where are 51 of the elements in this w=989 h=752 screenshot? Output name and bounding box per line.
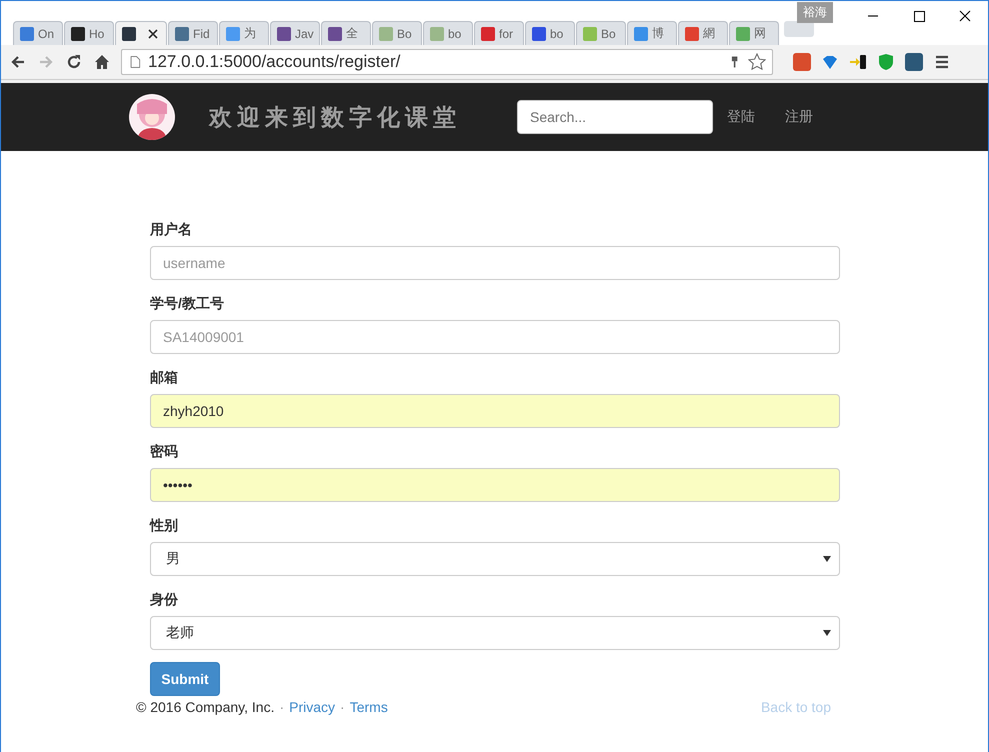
password-field[interactable]: ••••••: [150, 468, 840, 502]
separator-dot: ·: [340, 699, 345, 715]
footer-link[interactable]: Privacy: [289, 699, 336, 715]
field-label: 邮箱: [150, 369, 179, 387]
menu-icon[interactable]: [933, 53, 951, 71]
browser-tab[interactable]: 博: [627, 21, 677, 45]
field-label: 用户名: [150, 221, 193, 239]
browser-tab[interactable]: Ho: [64, 21, 114, 45]
input-field[interactable]: zhyh2010: [150, 394, 840, 428]
browser-tab[interactable]: 为: [219, 21, 269, 45]
site-title: 欢迎来到数字化课堂: [209, 102, 462, 132]
address-bar[interactable]: 127.0.0.1:5000/accounts/register/: [121, 49, 773, 75]
field-label: 身份: [150, 591, 179, 609]
browser-tab[interactable]: Jav: [270, 21, 320, 45]
caret-icon: [823, 630, 831, 636]
reload-icon[interactable]: [65, 53, 83, 71]
input-field[interactable]: username: [150, 246, 840, 280]
star-icon[interactable]: [748, 53, 766, 71]
field-label: 密码: [150, 443, 179, 461]
caret-icon: [823, 556, 831, 562]
footer-link[interactable]: Terms: [350, 699, 388, 715]
search-field[interactable]: Search...: [517, 100, 713, 134]
browser-tab[interactable]: bo: [423, 21, 473, 45]
profile-name[interactable]: 裕海: [797, 2, 833, 23]
page-icon: [128, 54, 142, 70]
browser-tab[interactable]: 网: [729, 21, 779, 45]
close-icon[interactable]: [148, 28, 158, 38]
submit-button[interactable]: Submit: [150, 662, 220, 696]
browser-tab[interactable]: Fid: [168, 21, 218, 45]
browser-tab[interactable]: for: [474, 21, 524, 45]
select-field[interactable]: 男: [150, 542, 840, 576]
shield-icon[interactable]: [877, 53, 895, 71]
nav-link[interactable]: 登陆: [727, 108, 770, 126]
browser-tab[interactable]: 全: [321, 21, 371, 45]
browser-tab[interactable]: 網: [678, 21, 728, 45]
separator-dot: ·: [279, 699, 284, 715]
browser-tab[interactable]: [115, 21, 167, 45]
browser-tab[interactable]: Bo: [576, 21, 626, 45]
copyright-text: © 2016 Company, Inc.: [136, 699, 274, 715]
extension-icon[interactable]: [905, 53, 923, 71]
diamond-icon[interactable]: [821, 53, 839, 71]
browser-tab[interactable]: On: [13, 21, 63, 45]
select-field[interactable]: 老师: [150, 616, 840, 650]
browser-tab[interactable]: bo: [525, 21, 575, 45]
home-icon[interactable]: [93, 53, 111, 71]
browser-tab[interactable]: Bo: [372, 21, 422, 45]
phone-icon[interactable]: [849, 53, 867, 71]
input-field[interactable]: SA14009001: [150, 320, 840, 354]
nav-link[interactable]: 注册: [785, 108, 828, 126]
field-label: 学号/教工号: [150, 295, 225, 313]
field-label: 性别: [150, 517, 179, 535]
